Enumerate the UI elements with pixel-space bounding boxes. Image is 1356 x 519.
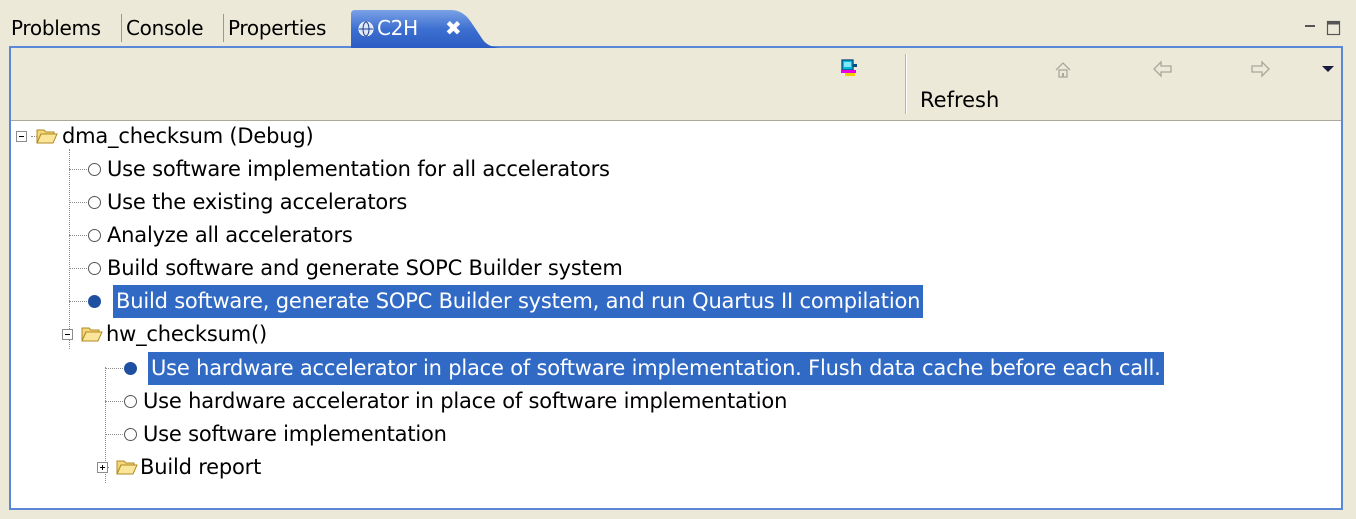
home-icon[interactable] [1053,60,1073,80]
refresh-status-label: Refresh [920,88,1000,112]
radio-selected-icon[interactable] [124,362,137,375]
view-menu-icon[interactable] [1321,64,1335,74]
c2h-options-tree: dma_checksum (Debug) Use software implem… [11,121,1341,508]
tree-connector [105,401,123,402]
option-analyze-accelerators[interactable]: Analyze all accelerators [104,219,356,252]
option-build-quartus[interactable]: Build software, generate SOPC Builder sy… [113,285,924,318]
function-label: hw_checksum() [106,322,267,346]
option-label: Build software and generate SOPC Builder… [107,256,623,280]
open-folder-icon [116,460,138,475]
close-icon[interactable]: ✖ [445,12,462,44]
radio-icon[interactable] [88,262,101,275]
tree-node-function[interactable]: hw_checksum() [103,318,270,351]
tab-c2h-label: C2H [377,16,418,40]
open-folder-icon [81,327,103,342]
tree-connector [69,301,87,302]
tree-connector [69,235,87,236]
minimize-icon[interactable] [1303,20,1319,36]
radio-icon[interactable] [124,428,137,441]
option-software-all[interactable]: Use software implementation for all acce… [104,153,613,186]
collapse-toggle[interactable] [16,131,27,142]
collapse-toggle[interactable] [62,329,73,340]
tree-connector [69,169,87,170]
option-label: Use the existing accelerators [107,190,408,214]
view-tab-strip: Problems Console Properties C2H ✖ [8,8,1348,48]
c2h-view: Refresh dma_checksum (Debug) Use softwar… [9,46,1343,510]
tree-node-project[interactable]: dma_checksum (Debug) [59,120,316,153]
option-label: Use software implementation for all acce… [107,157,610,181]
tab-divider [223,14,224,42]
c2h-globe-icon [358,21,374,37]
radio-selected-icon[interactable] [88,295,101,308]
tab-properties[interactable]: Properties [228,12,326,44]
tab-console[interactable]: Console [126,12,204,44]
tab-divider [121,14,122,42]
tree-connector [69,149,70,349]
option-label: Use software implementation [143,422,447,446]
radio-icon[interactable] [88,163,101,176]
radio-icon[interactable] [88,229,101,242]
toolbar-separator [905,54,907,114]
option-label: Use hardware accelerator in place of sof… [143,389,788,413]
build-report-label: Build report [140,455,262,479]
tab-problems[interactable]: Problems [11,12,101,44]
option-label: Build software, generate SOPC Builder sy… [113,285,924,318]
back-arrow-icon[interactable] [1152,60,1174,78]
option-hw-flush-cache[interactable]: Use hardware accelerator in place of sof… [148,352,1164,385]
c2h-launch-icon[interactable] [839,58,859,78]
open-folder-icon [36,129,58,144]
forward-arrow-icon[interactable] [1249,60,1271,78]
project-label: dma_checksum (Debug) [62,124,314,148]
radio-icon[interactable] [88,196,101,209]
tree-connector [69,268,87,269]
option-label: Use hardware accelerator in place of sof… [148,352,1164,385]
tree-connector [105,434,123,435]
view-toolbar: Refresh [11,48,1341,121]
tree-connector [105,368,123,369]
tab-c2h[interactable]: C2H ✖ [351,8,503,48]
option-software-impl[interactable]: Use software implementation [140,418,450,451]
option-build-sopc[interactable]: Build software and generate SOPC Builder… [104,252,626,285]
tree-node-build-report[interactable]: Build report [137,451,264,484]
option-label: Analyze all accelerators [107,223,353,247]
option-hw-accelerator[interactable]: Use hardware accelerator in place of sof… [140,385,790,418]
radio-icon[interactable] [124,395,137,408]
option-existing-accelerators[interactable]: Use the existing accelerators [104,186,410,219]
maximize-icon[interactable] [1326,20,1342,36]
expand-toggle[interactable] [97,462,108,473]
tree-connector [69,202,87,203]
